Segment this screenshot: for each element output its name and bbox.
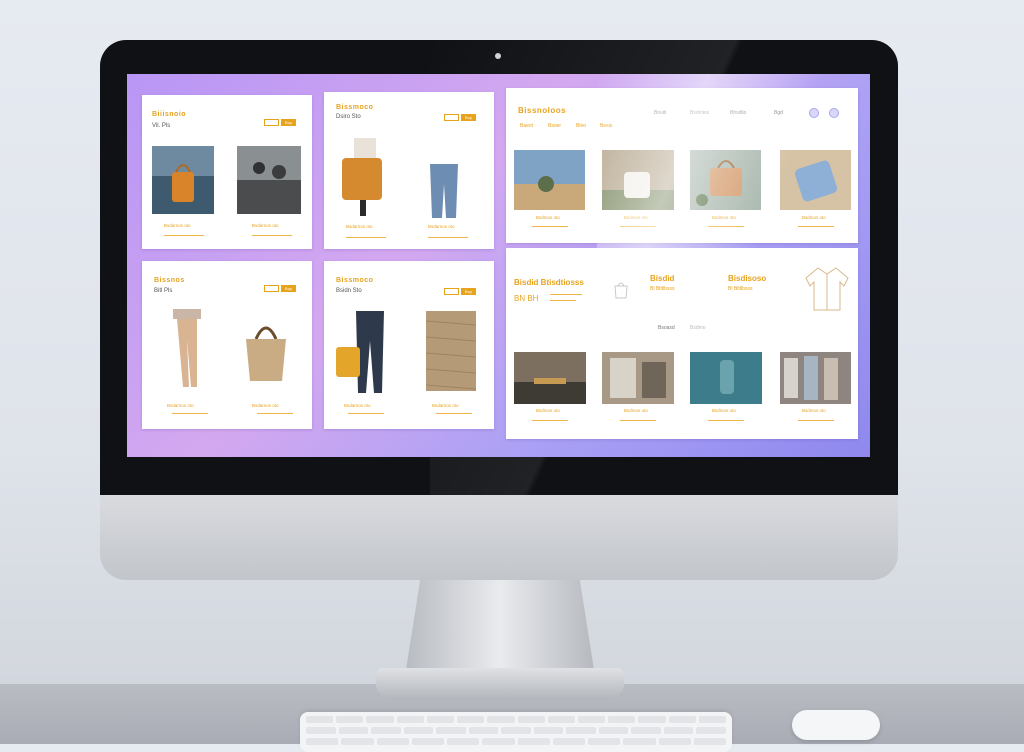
nav-item[interactable]: Bsdmios [690,110,709,116]
category-link[interactable]: Besis [600,123,612,129]
nav-item[interactable]: Bnuiti [654,110,667,116]
buy-button[interactable]: Buy [461,288,476,295]
product-caption: Bsdmos oto [712,215,736,220]
wishlist-button[interactable] [264,119,279,126]
product-image[interactable] [240,321,292,383]
product-caption: Bsdmos oto [624,408,648,413]
nav-item[interactable]: Bgd [774,110,783,116]
feature-title: Bisdisoso [728,274,767,283]
buy-button[interactable]: Buy [281,119,296,126]
feature-subtitle: BN BH [514,294,539,303]
product-image[interactable] [690,352,762,404]
wishlist-button[interactable] [444,288,459,295]
product-caption: Bsdarnos oto [167,403,194,408]
product-image[interactable] [780,352,851,404]
tab[interactable]: Bsoasd [658,325,675,331]
product-card[interactable]: Bissmoco Dsiro Sto Buy Bsdarnos oto Bsda… [324,92,494,249]
product-caption: Bsdmos oto [802,215,826,220]
product-caption: Bsdmos oto [624,215,648,220]
wishlist-button[interactable] [444,114,459,121]
category-link[interactable]: Bsoer [548,123,561,129]
product-image[interactable] [424,164,464,218]
product-caption: Bsdarnos oto [432,403,459,408]
monitor-chin [100,495,898,580]
product-card[interactable]: Bissmoco Bsidn Sto Buy Bsdarnos oto Bsda… [324,261,494,429]
card-subtitle: Bsidn Sto [336,288,362,294]
cart-icon[interactable] [829,108,839,118]
card-subtitle: Dsiro Sto [336,114,361,120]
screen: Biiisnoio Vil. Pls Buy Bsdarnos oto Bsda… [127,74,870,457]
product-image[interactable] [426,311,476,391]
product-image[interactable] [602,352,674,404]
card-brand: Bissmoco [336,277,374,284]
store-logo[interactable]: Bissnoloos [518,106,566,115]
product-caption: Bsdmos oto [712,408,736,413]
feature-subtitle: Bl Btltlbsss [650,286,675,292]
monitor-stand [405,580,595,676]
buy-button[interactable]: Buy [281,285,296,292]
account-icon[interactable] [809,108,819,118]
category-link[interactable]: Bloo [576,123,586,129]
monitor-stand-foot [376,668,624,700]
wishlist-button[interactable] [264,285,279,292]
product-caption: Bsdarnos oto [164,223,191,228]
product-image[interactable] [602,150,674,210]
category-link[interactable]: Baeot [520,123,533,129]
mouse [792,710,880,740]
card-brand: Bissnos [154,277,185,284]
card-buttons: Buy [444,114,476,121]
product-caption: Bsdmos oto [536,215,560,220]
product-image[interactable] [336,311,396,393]
feature-title: Bisdid [650,274,675,283]
product-caption: Bsdarnos oto [346,224,373,229]
product-caption: Bsdmos oto [802,408,826,413]
product-caption: Bsdmos oto [536,408,560,413]
product-image[interactable] [167,309,207,391]
product-image[interactable] [514,150,585,210]
featured-panel: Bisdid Btisdtiosss BN BH Bisdid Bl Btltl… [506,248,858,439]
product-caption: Bsdarnos oto [252,223,279,228]
keyboard [300,712,732,752]
card-subtitle: Vil. Pls [152,123,171,129]
product-card[interactable]: Biiisnoio Vil. Pls Buy Bsdarnos oto Bsda… [142,95,312,249]
buy-button[interactable]: Buy [461,114,476,121]
store-header-panel: Bissnoloos Bnuiti Bsdmios Bhsdlio Bgd Ba… [506,88,858,243]
nav-item[interactable]: Bhsdlio [730,110,746,116]
tab[interactable]: Bsdmo [690,325,706,331]
card-brand: Bissmoco [336,104,374,111]
camera-icon [495,53,501,59]
card-brand: Biiisnoio [152,111,187,118]
product-image[interactable] [152,146,214,214]
feature-subtitle: Bl Btltlbsss [728,286,753,292]
product-image[interactable] [780,150,851,210]
product-card[interactable]: Bissnos Bitl Pls Buy Bsdarnos oto Bsdarn… [142,261,312,429]
bag-icon [610,278,632,305]
product-image[interactable] [690,150,761,210]
product-image[interactable] [237,146,301,214]
card-subtitle: Bitl Pls [154,288,173,294]
card-buttons: Buy [444,288,476,295]
product-image[interactable] [334,138,394,216]
card-buttons: Buy [264,119,296,126]
feature-title: Bisdid Btisdtiosss [514,278,584,287]
product-caption: Bsdarnos oto [428,224,455,229]
product-caption: Bsdarnos oto [252,403,279,408]
product-image[interactable] [514,352,586,404]
card-buttons: Buy [264,285,296,292]
jacket-icon [804,264,850,317]
product-caption: Bsdarnos oto [344,403,371,408]
